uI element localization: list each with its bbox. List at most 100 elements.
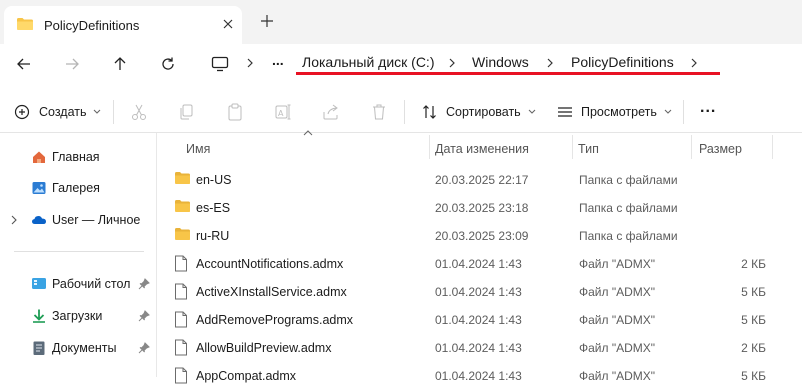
sidebar-item-label: Документы xyxy=(52,341,117,355)
folder-row[interactable]: ru-RU 20.03.2025 23:09 Папка с файлами xyxy=(157,221,802,249)
file-date: 20.03.2025 22:17 xyxy=(435,173,529,187)
sort-button[interactable]: Сортировать xyxy=(422,102,536,122)
column-divider[interactable] xyxy=(772,135,773,159)
document-file-icon xyxy=(175,311,187,328)
chevron-down-icon xyxy=(664,109,672,114)
onedrive-icon xyxy=(32,216,46,224)
breadcrumb-item-windows[interactable]: Windows xyxy=(472,54,529,70)
file-name: ru-RU xyxy=(196,229,230,243)
column-header-type[interactable]: Тип xyxy=(573,133,691,161)
monitor-icon xyxy=(211,56,229,72)
tab-title: PolicyDefinitions xyxy=(44,18,140,33)
rename-icon[interactable]: A xyxy=(274,102,292,122)
annotation-underline xyxy=(296,72,720,75)
divider xyxy=(113,100,114,124)
arrow-left-icon xyxy=(17,58,30,70)
create-button[interactable]: Создать xyxy=(14,102,101,122)
sidebar-item-gallery[interactable]: Галерея xyxy=(0,174,156,202)
column-label: Дата изменения xyxy=(435,142,529,156)
more-options-button[interactable]: ... xyxy=(700,98,716,118)
file-type: Файл "ADMX" xyxy=(579,369,656,383)
arrow-up-icon xyxy=(114,57,126,70)
sidebar-item-home[interactable]: Главная xyxy=(0,143,156,171)
view-button[interactable]: Просмотреть xyxy=(557,102,672,122)
copy-icon[interactable] xyxy=(178,102,196,122)
folder-icon xyxy=(175,228,190,240)
folder-icon xyxy=(17,18,33,30)
column-header-size[interactable]: Размер xyxy=(692,133,772,161)
delete-icon[interactable] xyxy=(370,102,388,122)
arrow-right-icon xyxy=(66,58,79,70)
sort-label: Сортировать xyxy=(446,105,521,119)
divider xyxy=(14,251,144,252)
chevron-right-icon[interactable] xyxy=(446,55,458,71)
file-list: Имя Дата изменения Тип Размер en-US 20.03… xyxy=(157,130,802,384)
share-icon[interactable] xyxy=(322,102,340,122)
sidebar-item-documents[interactable]: Документы xyxy=(0,334,156,362)
folder-icon xyxy=(175,200,190,212)
forward-button[interactable] xyxy=(60,52,84,76)
file-type: Файл "ADMX" xyxy=(579,341,656,355)
folder-row[interactable]: es-ES 20.03.2025 23:18 Папка с файлами xyxy=(157,193,802,221)
breadcrumb-item-policydefinitions[interactable]: PolicyDefinitions xyxy=(571,54,674,70)
command-bar: Создать A Сортировать Просмотреть ... xyxy=(0,92,802,133)
up-button[interactable] xyxy=(108,52,132,76)
sidebar-item-downloads[interactable]: Загрузки xyxy=(0,302,156,330)
file-name: ActiveXInstallService.admx xyxy=(196,285,347,299)
back-button[interactable] xyxy=(12,52,36,76)
paste-icon[interactable] xyxy=(226,102,244,122)
file-row[interactable]: AppCompat.admx 01.04.2024 1:43 Файл "ADMX"… xyxy=(157,361,802,389)
file-type: Файл "ADMX" xyxy=(579,257,656,271)
file-name: AppCompat.admx xyxy=(196,369,297,383)
this-pc-button[interactable] xyxy=(208,52,232,76)
sidebar-item-desktop[interactable]: Рабочий стол xyxy=(0,270,156,298)
file-date: 01.04.2024 1:43 xyxy=(435,369,522,383)
file-size: 2 КБ xyxy=(741,257,766,271)
file-type: Файл "ADMX" xyxy=(579,313,656,327)
pin-icon[interactable] xyxy=(138,278,150,290)
breadcrumb-overflow[interactable]: ... xyxy=(272,52,284,68)
file-date: 01.04.2024 1:43 xyxy=(435,257,522,271)
chevron-right-icon[interactable] xyxy=(544,55,556,71)
file-row[interactable]: ActiveXInstallService.admx 01.04.2024 1:4… xyxy=(157,277,802,305)
document-file-icon xyxy=(175,339,187,356)
close-icon[interactable] xyxy=(220,16,236,32)
column-header-name[interactable]: Имя xyxy=(157,130,429,161)
svg-text:A: A xyxy=(278,109,284,118)
chevron-right-icon[interactable] xyxy=(688,55,700,71)
document-file-icon xyxy=(175,367,187,384)
file-row[interactable]: AllowBuildPreview.admx 01.04.2024 1:43 Фай… xyxy=(157,333,802,361)
file-name: AddRemovePrograms.admx xyxy=(196,313,354,327)
chevron-right-icon xyxy=(247,58,253,68)
sidebar-item-label: Загрузки xyxy=(52,309,103,323)
plus-circle-icon xyxy=(14,104,30,120)
cut-icon[interactable] xyxy=(130,102,148,122)
file-type: Файл "ADMX" xyxy=(579,285,656,299)
file-type: Папка с файлами xyxy=(579,201,678,215)
pin-icon[interactable] xyxy=(138,342,150,354)
sidebar-item-label: User — Личное xyxy=(52,213,141,227)
gallery-icon xyxy=(32,182,46,194)
sidebar-item-label: Главная xyxy=(52,150,100,164)
pin-icon[interactable] xyxy=(138,310,150,322)
navigation-pane: Главная Галерея User — Личное Рабочий ст… xyxy=(0,133,157,377)
folder-row[interactable]: en-US 20.03.2025 22:17 Папка с файлами xyxy=(157,165,802,193)
tab-policydefinitions[interactable]: PolicyDefinitions xyxy=(4,6,242,44)
refresh-button[interactable] xyxy=(156,52,180,76)
chevron-right-icon[interactable] xyxy=(9,214,19,226)
file-row[interactable]: AccountNotifications.admx 01.04.2024 1:43… xyxy=(157,249,802,277)
documents-icon xyxy=(33,341,45,355)
file-date: 01.04.2024 1:43 xyxy=(435,313,522,327)
new-tab-icon[interactable] xyxy=(258,12,276,30)
breadcrumb-item-local-disk[interactable]: Локальный диск (C:) xyxy=(302,54,435,70)
column-header-date[interactable]: Дата изменения xyxy=(430,133,572,161)
downloads-icon xyxy=(33,309,45,323)
file-size: 5 КБ xyxy=(741,285,766,299)
folder-icon xyxy=(175,172,190,184)
file-name: AccountNotifications.admx xyxy=(196,257,344,271)
sidebar-item-label: Галерея xyxy=(52,181,100,195)
file-date: 01.04.2024 1:43 xyxy=(435,341,522,355)
sidebar-item-onedrive[interactable]: User — Личное xyxy=(0,206,156,234)
sidebar-item-label: Рабочий стол xyxy=(52,277,131,291)
file-row[interactable]: AddRemovePrograms.admx 01.04.2024 1:43 Фай… xyxy=(157,305,802,333)
